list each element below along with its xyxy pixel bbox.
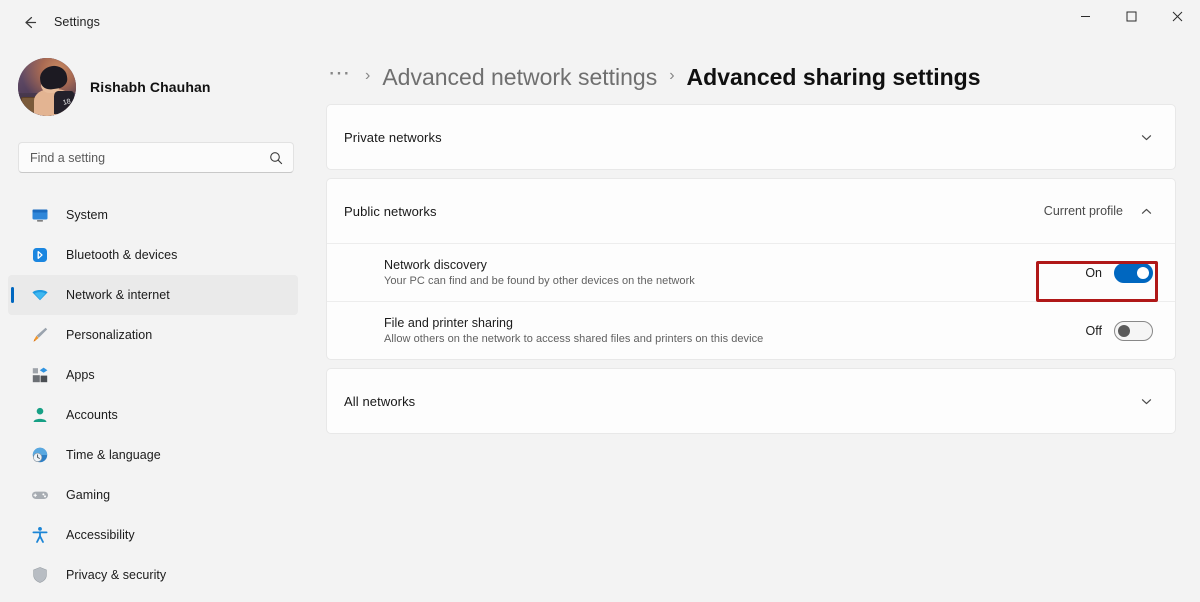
search-input[interactable] (19, 143, 293, 172)
maximize-icon (1126, 11, 1137, 22)
sidebar-item-label: Personalization (66, 328, 153, 342)
breadcrumb-parent-link[interactable]: Advanced network settings (382, 64, 657, 91)
setting-description: Allow others on the network to access sh… (384, 333, 764, 345)
breadcrumb-separator-icon: › (669, 67, 675, 84)
sidebar-item-label: Accounts (66, 408, 118, 422)
sidebar-item-privacy-security[interactable]: Privacy & security (8, 555, 298, 595)
sidebar-item-label: Network & internet (66, 288, 170, 302)
sidebar-item-apps[interactable]: Apps (8, 355, 298, 395)
apps-icon (30, 365, 50, 385)
card-title: All networks (344, 393, 416, 409)
minimize-button[interactable] (1062, 0, 1108, 32)
sidebar-item-accessibility[interactable]: Accessibility (8, 515, 298, 555)
accessibility-icon (30, 525, 50, 545)
sidebar-item-label: Apps (66, 368, 95, 382)
sidebar-item-label: Gaming (66, 488, 111, 502)
sidebar-item-accounts[interactable]: Accounts (8, 395, 298, 435)
card-public-networks: Public networks Current profile Network … (326, 178, 1176, 360)
search-icon (269, 151, 283, 165)
current-profile-label: Current profile (1043, 204, 1123, 218)
setting-row-network-discovery: Network discovery Your PC can find and b… (327, 243, 1175, 301)
window-controls (1062, 0, 1200, 44)
chevron-down-icon[interactable] (1139, 131, 1153, 144)
setting-row-file-printer-sharing: File and printer sharing Allow others on… (327, 301, 1175, 359)
card-title: Public networks (344, 203, 437, 219)
breadcrumb-separator-icon: › (365, 67, 371, 84)
main-content: ⋯ › Advanced network settings › Advanced… (312, 44, 1200, 602)
title-bar: Settings (0, 0, 1200, 44)
avatar: 18 (18, 58, 76, 116)
close-button[interactable] (1154, 0, 1200, 32)
sidebar-item-system[interactable]: System (8, 195, 298, 235)
sidebar: 18 Rishabh Chauhan System (0, 44, 312, 602)
page-title: Advanced sharing settings (686, 63, 981, 90)
all-networks-header[interactable]: All networks (327, 369, 1175, 433)
breadcrumb-overflow-button[interactable]: ⋯ (326, 62, 353, 92)
private-networks-header[interactable]: Private networks (327, 105, 1175, 169)
sidebar-item-label: Accessibility (66, 528, 135, 542)
sidebar-item-label: Bluetooth & devices (66, 248, 178, 262)
arrow-left-icon (21, 14, 38, 31)
sidebar-item-label: System (66, 208, 108, 222)
back-button[interactable] (12, 7, 46, 37)
monitor-icon (30, 205, 50, 225)
search-box[interactable] (18, 142, 294, 173)
network-discovery-toggle-label: On (1085, 265, 1102, 280)
setting-description: Your PC can find and be found by other d… (384, 275, 695, 287)
public-networks-header[interactable]: Public networks Current profile (327, 179, 1175, 243)
maximize-button[interactable] (1108, 0, 1154, 32)
sidebar-item-bluetooth-devices[interactable]: Bluetooth & devices (8, 235, 298, 275)
sidebar-item-network-internet[interactable]: Network & internet (8, 275, 298, 315)
clock-globe-icon (30, 445, 50, 465)
chevron-down-icon[interactable] (1139, 395, 1153, 408)
sidebar-item-gaming[interactable]: Gaming (8, 475, 298, 515)
toggle-knob (1137, 266, 1149, 279)
sidebar-item-personalization[interactable]: Personalization (8, 315, 298, 355)
file-printer-sharing-toggle-label: Off (1085, 323, 1102, 338)
setting-title: File and printer sharing (384, 316, 514, 330)
paintbrush-icon (30, 325, 50, 345)
bluetooth-icon (30, 245, 50, 265)
breadcrumb: ⋯ › Advanced network settings › Advanced… (326, 50, 1200, 104)
file-printer-sharing-toggle[interactable] (1114, 320, 1153, 341)
network-discovery-toggle[interactable] (1114, 262, 1153, 283)
shield-icon (30, 565, 50, 585)
sidebar-item-time-language[interactable]: Time & language (8, 435, 298, 475)
sidebar-item-label: Time & language (66, 448, 161, 462)
toggle-knob (1118, 324, 1130, 337)
app-title: Settings (54, 15, 100, 29)
sidebar-item-label: Privacy & security (66, 568, 167, 582)
chevron-up-icon[interactable] (1139, 205, 1153, 218)
person-icon (30, 405, 50, 425)
card-all-networks: All networks (326, 368, 1176, 434)
profile-name: Rishabh Chauhan (90, 79, 211, 95)
close-icon (1172, 11, 1183, 22)
gamepad-icon (30, 485, 50, 505)
minimize-icon (1080, 11, 1091, 22)
setting-title: Network discovery (384, 258, 487, 272)
user-profile[interactable]: 18 Rishabh Chauhan (18, 58, 312, 116)
card-private-networks: Private networks (326, 104, 1176, 170)
sidebar-nav: System Bluetooth & devices Network & int… (0, 195, 312, 595)
card-title: Private networks (344, 129, 442, 145)
wifi-icon (30, 285, 50, 305)
